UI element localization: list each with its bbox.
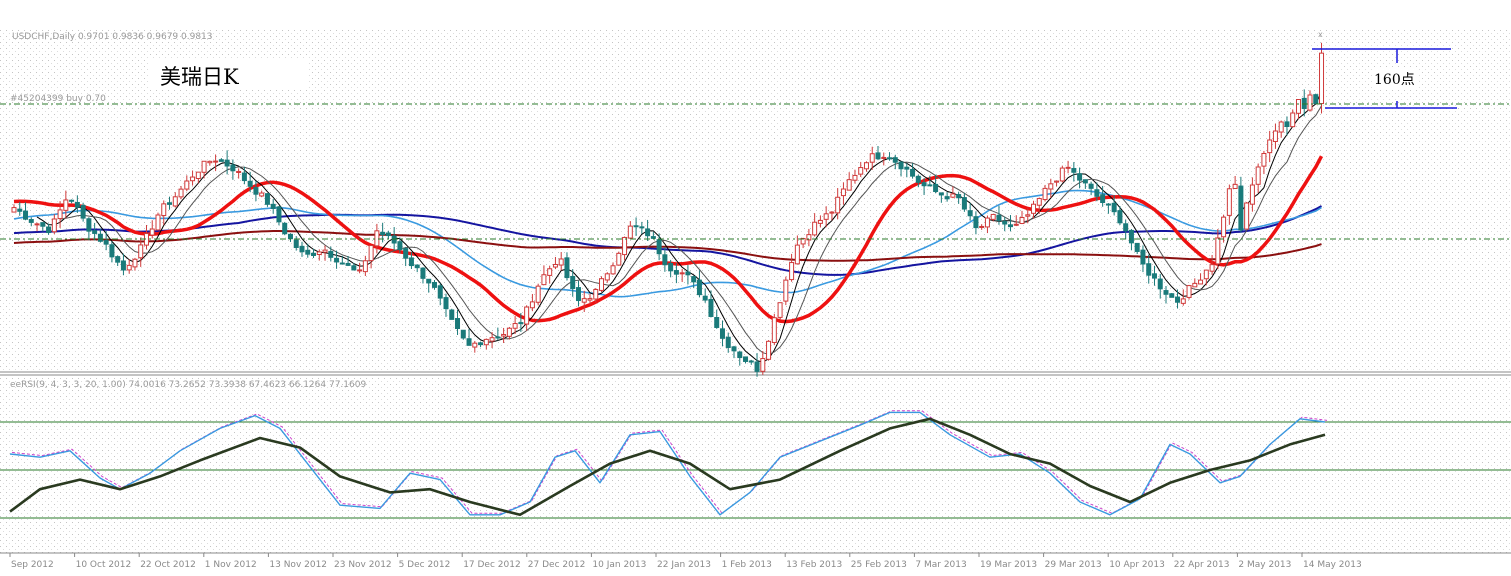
x-tick-label: 29 Mar 2013 bbox=[1045, 560, 1102, 570]
x-tick-label: 7 Mar 2013 bbox=[915, 560, 966, 570]
candle bbox=[264, 193, 270, 207]
x-tick-label: 17 Dec 2012 bbox=[463, 560, 521, 570]
symbol-header: USDCHF,Daily 0.9701 0.9836 0.9679 0.9813 bbox=[12, 32, 213, 42]
x-tick-label: 13 Nov 2012 bbox=[269, 560, 327, 570]
x-tick-label: 19 Mar 2013 bbox=[980, 560, 1037, 570]
candle bbox=[155, 212, 161, 231]
x-tick-label: 2 May 2013 bbox=[1238, 560, 1291, 570]
x-tick-label: 27 Dec 2012 bbox=[528, 560, 586, 570]
x-tick-label: 13 Feb 2013 bbox=[786, 560, 842, 570]
x-tick-label: 1 Nov 2012 bbox=[205, 560, 257, 570]
candle bbox=[535, 283, 541, 306]
candle bbox=[282, 221, 288, 236]
candle bbox=[1059, 165, 1065, 183]
candle bbox=[1313, 93, 1319, 105]
candle bbox=[1319, 42, 1325, 114]
x-tick-label: 23 Nov 2012 bbox=[334, 560, 392, 570]
candle bbox=[771, 313, 777, 346]
x-tick-label: 22 Apr 2013 bbox=[1174, 560, 1230, 570]
x-tick-label: 10 Jan 2013 bbox=[592, 560, 646, 570]
title-box: 美瑞日K bbox=[150, 58, 308, 89]
x-tick-label: 5 Dec 2012 bbox=[399, 560, 451, 570]
x-tick-label: Sep 2012 bbox=[11, 560, 54, 570]
rsi-pane-background bbox=[0, 376, 1511, 553]
x-tick-label: 10 Apr 2013 bbox=[1109, 560, 1165, 570]
corner-mark: x bbox=[1318, 30, 1323, 39]
x-tick-label: 1 Feb 2013 bbox=[722, 560, 772, 570]
candle bbox=[783, 276, 789, 306]
x-tick-label: 25 Feb 2013 bbox=[851, 560, 907, 570]
range-label: 160点 bbox=[1372, 69, 1417, 89]
x-tick-label: 10 Oct 2012 bbox=[76, 560, 132, 570]
chart-title: 美瑞日K bbox=[160, 65, 239, 89]
candle bbox=[616, 251, 622, 266]
candle bbox=[449, 308, 455, 320]
candle bbox=[1244, 201, 1250, 230]
x-tick-label: 14 May 2013 bbox=[1303, 560, 1362, 570]
candle bbox=[599, 276, 605, 293]
candle bbox=[766, 340, 772, 361]
candle bbox=[460, 329, 466, 340]
rsi-header: eeRSI(9, 4, 3, 3, 20, 1.00) 74.0016 73.2… bbox=[10, 380, 367, 390]
candle bbox=[777, 302, 783, 320]
order-label: #45204399 buy 0.70 bbox=[10, 94, 106, 104]
x-tick-label: 22 Oct 2012 bbox=[140, 560, 196, 570]
candle bbox=[1186, 284, 1192, 300]
x-axis: Sep 2012 10 Oct 2012 22 Oct 2012 1 Nov 2012… bbox=[9, 553, 1362, 570]
x-tick-label: 22 Jan 2013 bbox=[657, 560, 711, 570]
candle bbox=[1169, 292, 1175, 298]
